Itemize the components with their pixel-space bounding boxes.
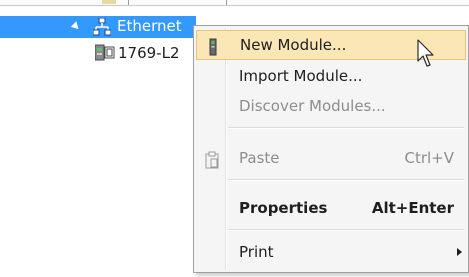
menu-item-label: Discover Modules... [239,97,386,115]
module-icon [205,37,221,56]
submenu-arrow-icon [457,248,462,256]
tree-label-device: 1769-L2 [118,44,180,62]
menu-item-label: New Module... [240,36,347,54]
menu-item-properties[interactable]: Properties Alt+Enter [196,193,466,223]
menu-item-print[interactable]: Print [196,237,466,267]
menu-item-discover-modules[interactable]: Discover Modules... [196,91,466,121]
menu-separator [228,127,464,129]
tree-node-device[interactable]: 1769-L2 [0,42,196,64]
menu-item-shortcut: Ctrl+V [404,149,454,167]
tree-line-stub [128,0,129,5]
menu-separator [228,179,464,181]
network-icon [92,17,112,40]
expanded-triangle-icon[interactable] [70,21,82,32]
folder-icon-stub [102,0,116,4]
mouse-pointer-icon [417,39,441,69]
menu-separator [228,229,464,231]
tree-label-ethernet: Ethernet [117,17,182,35]
menu-item-label: Paste [239,149,280,167]
menu-item-paste[interactable]: Paste Ctrl+V [196,143,466,173]
tree-node-ethernet[interactable]: Ethernet [0,16,196,38]
menu-item-shortcut: Alt+Enter [371,199,454,217]
controller-icon [94,44,115,66]
column-divider [226,0,227,5]
window-top-edge [0,0,469,6]
menu-item-label: Print [239,243,274,261]
clipboard-icon [204,149,220,169]
menu-item-label: Properties [239,199,328,217]
menu-item-label: Import Module... [239,67,363,85]
